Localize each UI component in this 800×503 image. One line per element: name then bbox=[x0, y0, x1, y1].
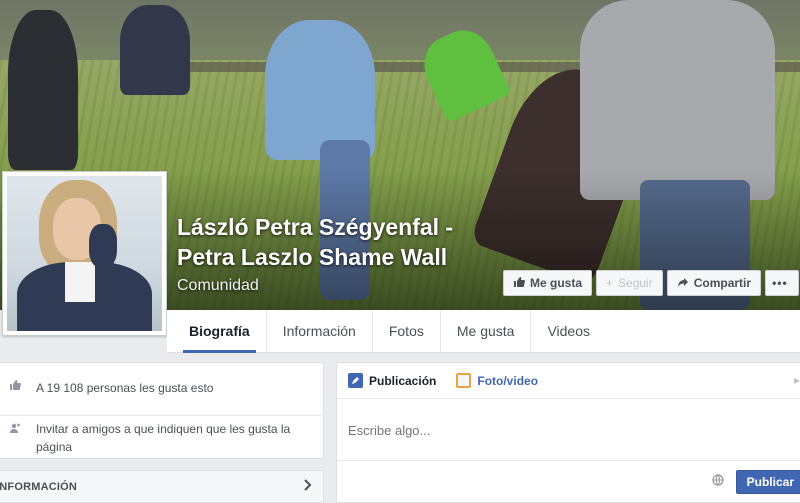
page-title[interactable]: László Petra Szégyenfal - Petra Laszlo S… bbox=[177, 212, 453, 272]
like-page-button[interactable]: Me gusta bbox=[503, 270, 593, 296]
more-options-icon: ••• bbox=[772, 276, 788, 290]
composer-footer: Publicar bbox=[337, 460, 800, 502]
tab-biografia[interactable]: Biografía bbox=[173, 310, 267, 353]
follow-button[interactable]: + Seguir bbox=[596, 270, 663, 296]
page-title-line-1: László Petra Szégyenfal - bbox=[177, 214, 454, 240]
invite-row[interactable]: Invitar a amigos a que indiquen que les … bbox=[0, 415, 324, 456]
share-arrow-icon bbox=[677, 276, 689, 291]
page-title-line-2: Petra Laszlo Shame Wall bbox=[177, 244, 448, 270]
tab-fotos[interactable]: Fotos bbox=[373, 310, 441, 352]
likes-count-text: A 19 108 personas les gusta esto bbox=[36, 381, 214, 395]
more-options-button[interactable]: ••• bbox=[765, 270, 800, 296]
profile-photo-hand bbox=[89, 224, 117, 268]
publish-button[interactable]: Publicar bbox=[735, 469, 800, 494]
composer-input[interactable] bbox=[337, 399, 800, 461]
globe-icon[interactable] bbox=[712, 474, 724, 489]
add-person-icon bbox=[8, 422, 22, 436]
share-button-label: Compartir bbox=[693, 276, 752, 290]
composer-overflow-icon[interactable]: ▸ bbox=[794, 373, 800, 387]
profile-photo bbox=[7, 176, 162, 331]
invite-friends-link[interactable]: Invitar a amigos a que indiquen que les … bbox=[36, 420, 306, 456]
like-button-label: Me gusta bbox=[530, 276, 583, 290]
post-composer: Publicación Foto/video ▸ Publicar bbox=[336, 362, 800, 503]
thumbs-up-icon bbox=[8, 379, 22, 393]
composer-tab-post-label: Publicación bbox=[369, 373, 437, 388]
profile-photo-shirt bbox=[65, 262, 95, 302]
composer-tab-photo[interactable]: Foto/video bbox=[456, 373, 538, 388]
share-button[interactable]: Compartir bbox=[666, 270, 762, 296]
follow-button-label: Seguir bbox=[618, 276, 653, 290]
composer-tab-post[interactable]: Publicación bbox=[348, 373, 436, 388]
likes-row: A 19 108 personas les gusta esto bbox=[0, 379, 324, 397]
profile-picture[interactable] bbox=[2, 171, 167, 336]
thumbs-up-icon bbox=[513, 276, 525, 291]
info-section-header[interactable]: INFORMACIÓN bbox=[0, 470, 324, 503]
page-category[interactable]: Comunidad bbox=[177, 277, 259, 295]
cover-actions: Me gusta + Seguir Compartir ••• bbox=[503, 270, 800, 296]
tab-me-gusta[interactable]: Me gusta bbox=[441, 310, 532, 352]
tab-videos[interactable]: Videos bbox=[531, 310, 606, 352]
likes-card: A 19 108 personas les gusta esto Invitar… bbox=[0, 362, 324, 459]
chevron-right-icon bbox=[303, 478, 313, 496]
composer-tabs: Publicación Foto/video bbox=[337, 363, 800, 399]
info-section-label: INFORMACIÓN bbox=[0, 480, 78, 493]
pencil-icon bbox=[348, 373, 363, 388]
plus-icon: + bbox=[606, 276, 614, 290]
tab-informacion[interactable]: Información bbox=[267, 310, 373, 352]
page-tabs: Biografía Información Fotos Me gusta Vid… bbox=[167, 310, 800, 353]
composer-tab-photo-label: Foto/video bbox=[477, 373, 539, 388]
photo-icon bbox=[456, 373, 472, 388]
